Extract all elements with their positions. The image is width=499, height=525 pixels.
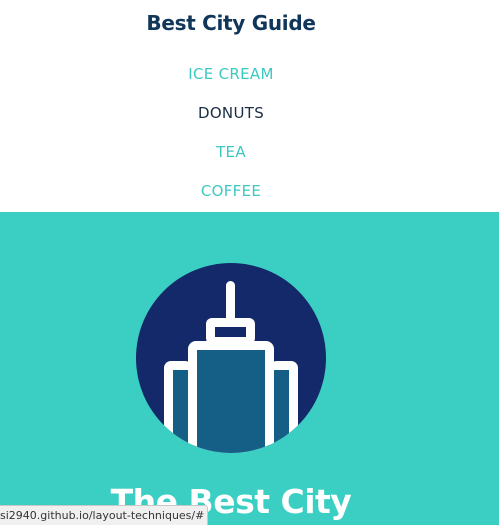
nav-link-tea[interactable]: TEA xyxy=(216,143,246,161)
site-title[interactable]: Best City Guide xyxy=(0,11,462,35)
nav-item-ice-cream[interactable]: ICE CREAM xyxy=(0,60,462,99)
skyscraper-icon xyxy=(136,263,326,453)
nav-link-coffee[interactable]: COFFEE xyxy=(201,182,261,200)
status-bar-url: si2940.github.io/layout-techniques/# xyxy=(0,505,209,525)
nav-link-donuts[interactable]: DONUTS xyxy=(198,104,264,122)
hero-section: The Best City xyxy=(0,212,499,525)
nav-item-tea[interactable]: TEA xyxy=(0,138,462,177)
nav-item-donuts[interactable]: DONUTS xyxy=(0,99,462,138)
nav-link-ice-cream[interactable]: ICE CREAM xyxy=(188,65,273,83)
nav-item-coffee[interactable]: COFFEE xyxy=(0,177,462,216)
main-nav: ICE CREAM DONUTS TEA COFFEE xyxy=(0,60,462,216)
site-header: Best City Guide ICE CREAM DONUTS TEA COF… xyxy=(0,0,499,212)
page: Best City Guide ICE CREAM DONUTS TEA COF… xyxy=(0,0,499,525)
